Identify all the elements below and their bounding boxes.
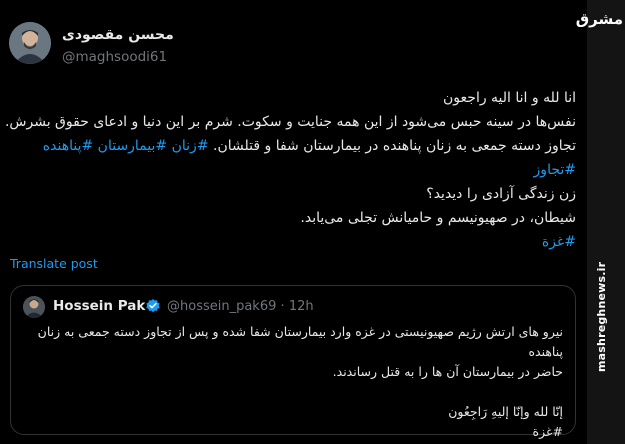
quoted-line: حاضر در بیمارستان آن ها را به قتل رساندن… (332, 364, 563, 379)
author-display-name[interactable]: محسن مقصودی (62, 27, 174, 43)
tweet-line: شیطان، در صهیونیسم و حامیانش تجلی می‌یاب… (300, 210, 576, 226)
author-avatar[interactable] (9, 22, 51, 64)
hashtag-hospital[interactable]: #بیمارستان (98, 138, 167, 154)
tweet-line-text: تجاوز دسته جمعی به زنان پناهنده در بیمار… (213, 138, 576, 154)
hashtag-refugee[interactable]: #پناهنده (43, 138, 93, 154)
meta-separator: · (280, 299, 285, 314)
watermark-site: mashreghnews.ir (595, 261, 608, 372)
quoted-tweet-card[interactable]: Hossein Pak @hossein_pak69 · 12h نیرو ها… (10, 285, 576, 439)
quoted-avatar (23, 296, 45, 318)
quoted-time: 12h (288, 299, 314, 314)
quoted-handle: @hossein_pak69 (167, 299, 277, 314)
tweet-line: نفس‌ها در سینه حبس می‌شود از این همه جنا… (4, 114, 576, 130)
hashtag-gaza[interactable]: #غزة (542, 234, 576, 250)
quoted-line: #غزة (532, 424, 563, 439)
hashtag-assault[interactable]: #تجاوز (534, 162, 576, 178)
verified-badge-icon (145, 298, 161, 314)
watermark-logo: مشرق (575, 10, 623, 28)
quoted-text: نیرو های ارتش رژیم صهیونیستی در غزه وارد… (23, 322, 563, 442)
watermark-strip: مشرق mashreghnews.ir (575, 0, 625, 444)
translate-post-link[interactable]: Translate post (10, 256, 98, 271)
tweet-line: تجاوز دسته جمعی به زنان پناهنده در بیمار… (10, 134, 576, 158)
tweet-line: انا لله و انا الیه راجعون (443, 90, 576, 106)
quoted-display-name: Hossein Pak (53, 298, 146, 314)
tweet-line: #تجاوز (10, 158, 576, 182)
tweet-line: #غزة (10, 230, 576, 254)
tweet-text: انا لله و انا الیه راجعون نفس‌ها در سینه… (4, 86, 576, 254)
quoted-meta: @hossein_pak69 · 12h (167, 299, 314, 314)
tweet-line: زن زندگی آزادی را دیدید؟ (426, 186, 576, 202)
hashtag-women[interactable]: #زنان (172, 138, 209, 154)
quoted-line: إنّا لله وإنّا إليهِ رَاجِعُون (448, 404, 563, 419)
quoted-line: نیرو های ارتش رژیم صهیونیستی در غزه وارد… (37, 324, 563, 359)
author-handle[interactable]: @maghsoodi61 (62, 49, 167, 65)
